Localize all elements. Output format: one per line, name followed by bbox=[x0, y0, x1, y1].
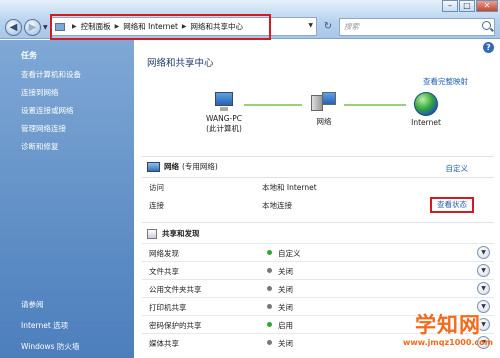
map-node-internet[interactable]: Internet bbox=[406, 92, 446, 127]
breadcrumb-network-sharing-center[interactable]: 网络和共享中心 bbox=[191, 21, 244, 32]
computer-name: WANG-PC bbox=[205, 114, 243, 123]
access-value: 本地和 Internet bbox=[262, 183, 317, 192]
sharing-row-value: 启用 bbox=[278, 321, 293, 330]
map-link-line bbox=[244, 104, 302, 106]
chevron-right-icon[interactable]: ▶ bbox=[72, 23, 77, 30]
maximize-button[interactable]: □ bbox=[459, 0, 475, 12]
watermark-logo-text: 学知网 bbox=[415, 313, 481, 337]
expand-chevron-icon[interactable]: ▼ bbox=[477, 264, 490, 277]
computer-sub: (此计算机) bbox=[206, 124, 242, 133]
breadcrumb-control-panel[interactable]: 控制面板 bbox=[81, 21, 111, 32]
sharing-row-value: 关闭 bbox=[278, 339, 293, 348]
sidebar-item-view-computers[interactable]: 查看计算机和设备 bbox=[21, 69, 134, 80]
sharing-row-network-discovery[interactable]: 网络发现 自定义 ▼ bbox=[142, 243, 494, 261]
forward-button[interactable]: ▶ bbox=[24, 19, 41, 36]
watermark-url: www.jmqz1000.com bbox=[402, 338, 494, 347]
sidebar-item-internet-options[interactable]: Internet 选项 bbox=[21, 320, 79, 331]
close-button[interactable]: ✕ bbox=[476, 0, 498, 12]
sharing-row-label: 网络发现 bbox=[149, 249, 179, 258]
status-dot-off-icon bbox=[267, 340, 272, 345]
expand-chevron-icon[interactable]: ▼ bbox=[477, 246, 490, 259]
sidebar-item-diagnose[interactable]: 诊断和修复 bbox=[21, 141, 134, 152]
sidebar-item-windows-firewall[interactable]: Windows 防火墙 bbox=[21, 341, 79, 352]
network-header: 网络 (专用网络) bbox=[147, 161, 218, 172]
network-icon bbox=[311, 92, 337, 114]
control-panel-icon bbox=[55, 22, 65, 31]
connection-label: 连接 bbox=[149, 201, 164, 210]
sharing-row-public-folder[interactable]: 公用文件夹共享 关闭 ▼ bbox=[142, 279, 494, 297]
network-name: 网络 bbox=[164, 162, 179, 171]
see-also-section: 请参阅 Internet 选项 Windows 防火墙 bbox=[21, 299, 79, 358]
page-title: 网络和共享中心 bbox=[147, 58, 214, 69]
divider bbox=[142, 222, 494, 223]
address-bar[interactable]: ▶ 控制面板 ▶ 网络和 Internet ▶ 网络和共享中心 ▼ bbox=[51, 17, 317, 36]
network-adapter-icon bbox=[147, 161, 160, 172]
minimize-button[interactable]: – bbox=[442, 0, 458, 12]
view-full-map-link[interactable]: 查看完整映射 bbox=[423, 76, 468, 87]
history-dropdown-icon[interactable]: ▼ bbox=[43, 24, 48, 31]
connection-value: 本地连接 bbox=[262, 201, 292, 210]
status-dot-on-icon bbox=[267, 322, 272, 327]
see-also-heading: 请参阅 bbox=[21, 300, 44, 309]
computer-icon bbox=[213, 92, 235, 112]
search-input[interactable]: 搜索 bbox=[339, 18, 495, 36]
chevron-right-icon[interactable]: ▶ bbox=[182, 23, 187, 30]
map-link-line bbox=[344, 104, 406, 106]
network-type: (专用网络) bbox=[182, 162, 218, 171]
sharing-row-value: 关闭 bbox=[278, 267, 293, 276]
task-sidebar: 任务 查看计算机和设备 连接到网络 设置连接或网络 管理网络连接 诊断和修复 请… bbox=[0, 40, 134, 358]
access-label: 访问 bbox=[149, 183, 164, 192]
main-content: ? 网络和共享中心 查看完整映射 WANG-PC (此计算机) 网络 Inter… bbox=[134, 40, 500, 358]
status-dot-off-icon bbox=[267, 268, 272, 273]
map-node-network[interactable]: 网络 bbox=[304, 92, 344, 127]
network-map: WANG-PC (此计算机) 网络 Internet bbox=[134, 90, 500, 150]
divider bbox=[142, 177, 494, 178]
site-watermark: 学知网 www.jmqz1000.com bbox=[398, 312, 498, 358]
customize-link[interactable]: 自定义 bbox=[446, 163, 469, 174]
help-icon[interactable]: ? bbox=[483, 42, 494, 53]
sharing-row-label: 公用文件夹共享 bbox=[149, 285, 202, 294]
view-status-link[interactable]: 查看状态 bbox=[430, 197, 474, 213]
sharing-row-label: 密码保护的共享 bbox=[149, 321, 202, 330]
navigation-buttons: ◀ ▶ ▼ bbox=[5, 19, 50, 36]
status-dot-off-icon bbox=[267, 304, 272, 309]
sharing-row-label: 媒体共享 bbox=[149, 339, 179, 348]
status-dot-off-icon bbox=[267, 286, 272, 291]
sharing-header: 共享和发现 bbox=[147, 228, 200, 239]
search-placeholder: 搜索 bbox=[344, 22, 359, 31]
sharing-heading: 共享和发现 bbox=[162, 229, 200, 238]
sharing-row-file-sharing[interactable]: 文件共享 关闭 ▼ bbox=[142, 261, 494, 279]
network-node-name: 网络 bbox=[316, 117, 332, 126]
internet-globe-icon bbox=[414, 92, 438, 116]
sharing-row-label: 打印机共享 bbox=[149, 303, 187, 312]
window-controls: – □ ✕ bbox=[441, 0, 498, 12]
title-bar: – □ ✕ ◀ ▶ ▼ ▶ 控制面板 ▶ 网络和 Internet ▶ 网络和共… bbox=[0, 0, 500, 40]
chevron-right-icon[interactable]: ▶ bbox=[115, 23, 120, 30]
sharing-icon bbox=[147, 228, 157, 239]
breadcrumb-network-internet[interactable]: 网络和 Internet bbox=[123, 21, 178, 32]
search-icon[interactable] bbox=[482, 21, 491, 30]
expand-chevron-icon[interactable]: ▼ bbox=[477, 282, 490, 295]
sidebar-item-manage-connections[interactable]: 管理网络连接 bbox=[21, 123, 134, 134]
sidebar-item-connect[interactable]: 连接到网络 bbox=[21, 87, 134, 98]
divider bbox=[142, 156, 494, 157]
address-dropdown-icon[interactable]: ▼ bbox=[308, 22, 313, 29]
status-dot-on-icon bbox=[267, 250, 272, 255]
sidebar-heading: 任务 bbox=[21, 51, 37, 60]
sharing-row-value: 自定义 bbox=[278, 249, 301, 258]
back-button[interactable]: ◀ bbox=[5, 19, 22, 36]
sharing-row-value: 关闭 bbox=[278, 303, 293, 312]
refresh-icon[interactable]: ↻ bbox=[320, 19, 336, 35]
sidebar-item-setup-connection[interactable]: 设置连接或网络 bbox=[21, 105, 134, 116]
map-node-computer[interactable]: WANG-PC (此计算机) bbox=[200, 92, 248, 134]
sharing-row-label: 文件共享 bbox=[149, 267, 179, 276]
internet-node-name: Internet bbox=[411, 118, 441, 127]
sharing-row-value: 关闭 bbox=[278, 285, 293, 294]
